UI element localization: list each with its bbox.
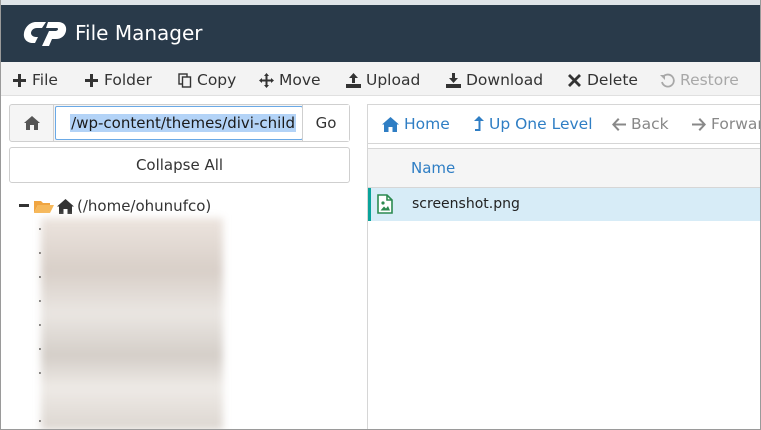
upload-button[interactable]: Upload <box>346 69 420 91</box>
back-label: Back <box>631 115 669 133</box>
back-button[interactable]: Back <box>612 115 669 133</box>
delete-label: Delete <box>587 71 638 89</box>
download-button[interactable]: Download <box>446 69 543 91</box>
path-input-value: /wp-content/themes/divi-child <box>70 114 296 132</box>
forward-button[interactable]: Forward <box>692 115 760 133</box>
download-label: Download <box>466 71 544 89</box>
redacted-tree-items <box>41 218 223 429</box>
go-button[interactable]: Go <box>302 105 349 141</box>
open-folder-icon <box>34 200 54 213</box>
move-arrows-icon <box>259 72 274 88</box>
upload-label: Upload <box>366 71 421 89</box>
home-nav-button[interactable]: Home <box>382 115 450 133</box>
plus-icon <box>84 73 99 88</box>
toolbar: File Folder Copy Move Upload Download De… <box>1 62 760 96</box>
copy-button[interactable]: Copy <box>177 69 236 91</box>
app-title: File Manager <box>75 21 203 45</box>
download-icon <box>446 72 461 88</box>
up-one-level-button[interactable]: Up One Level <box>474 115 593 133</box>
new-folder-button[interactable]: Folder <box>84 69 152 91</box>
new-file-label: File <box>32 71 58 89</box>
cpanel-logo[interactable] <box>20 15 72 49</box>
tree-root-item[interactable]: (/home/ohunufco) <box>19 196 211 216</box>
header-bar: File Manager <box>1 0 760 62</box>
up-one-level-label: Up One Level <box>489 115 593 133</box>
home-nav-label: Home <box>404 115 450 133</box>
upload-icon <box>346 72 361 88</box>
delete-button[interactable]: Delete <box>567 69 638 91</box>
restore-button[interactable]: Restore <box>660 69 739 91</box>
plus-icon <box>12 73 27 88</box>
home-icon <box>57 198 74 214</box>
file-manager-window: File Manager File Folder Copy Move Uploa… <box>0 0 761 430</box>
name-column-header[interactable]: Name <box>411 159 455 177</box>
new-folder-label: Folder <box>104 71 152 89</box>
path-input[interactable]: /wp-content/themes/divi-child <box>55 106 303 140</box>
copy-label: Copy <box>197 71 237 89</box>
copy-icon <box>177 72 192 88</box>
restore-label: Restore <box>680 71 739 89</box>
home-icon <box>382 116 399 132</box>
collapse-minus-icon[interactable] <box>19 204 31 208</box>
file-table-header: Name <box>368 148 760 188</box>
move-label: Move <box>279 71 321 89</box>
table-row[interactable]: screenshot.png <box>368 188 760 221</box>
path-bar: /wp-content/themes/divi-child Go <box>9 104 350 142</box>
forward-label: Forward <box>711 115 760 133</box>
new-file-button[interactable]: File <box>12 69 58 91</box>
file-name: screenshot.png <box>412 196 520 212</box>
arrow-right-icon <box>692 117 706 131</box>
move-button[interactable]: Move <box>259 69 321 91</box>
level-up-icon <box>474 115 484 131</box>
path-home-button[interactable] <box>10 105 54 141</box>
tree-root-label: (/home/ohunufco) <box>77 197 212 215</box>
home-icon <box>23 116 40 130</box>
collapse-all-button[interactable]: Collapse All <box>9 147 350 183</box>
navigation-bar: Home Up One Level Back Forward <box>368 104 760 144</box>
arrow-left-icon <box>612 117 626 131</box>
restore-icon <box>660 73 675 88</box>
image-file-icon <box>377 194 393 214</box>
delete-x-icon <box>567 73 582 88</box>
